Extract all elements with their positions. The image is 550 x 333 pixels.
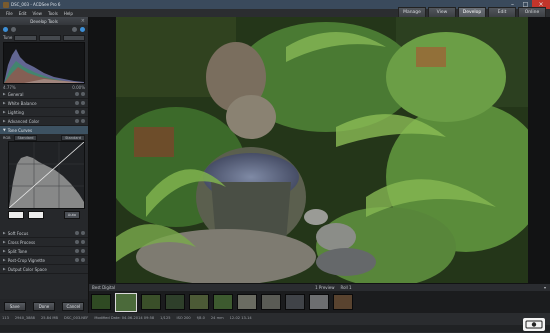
menu-tools[interactable]: Tools: [48, 11, 58, 16]
expand-icon: ▶: [3, 249, 6, 253]
status-iso: ISO 200: [176, 316, 191, 320]
filmstrip-header: Best Digital 1 Preview Roll 1 ▾: [89, 284, 550, 291]
status-bar: 113 2940_3888 25.84 MB DSC_003.NEF Modif…: [0, 313, 550, 333]
filmstrip-roll-label: Roll 1: [340, 285, 352, 290]
menu-view[interactable]: View: [32, 11, 42, 16]
tone-curve-options: RGB Standard Standard: [0, 134, 88, 141]
curve-input-fields: Auto: [0, 209, 88, 229]
expand-icon: ▶: [3, 240, 6, 244]
status-info: 113 2940_3888 25.84 MB DSC_003.NEF Modif…: [0, 316, 550, 323]
tone-tab-tune[interactable]: [14, 34, 37, 41]
panel-title: Develop Tools: [30, 18, 58, 24]
status-focal: 24 mm: [210, 316, 224, 320]
status-modified: Modified Date: 04-06-2014 09:58: [94, 316, 155, 320]
tone-tabs: Tune: [0, 34, 88, 41]
status-time: 12-02 13-14: [229, 316, 252, 320]
status-dimensions: 2940_3888: [14, 316, 35, 320]
window-title: DSC_003 - ACDSee Pro 6: [11, 2, 61, 7]
photo: [116, 17, 528, 283]
expand-icon: ▶: [3, 258, 6, 262]
thumbnail-selected[interactable]: [115, 292, 137, 312]
thumbnail[interactable]: [237, 294, 257, 310]
clipping-right-value: 0.00%: [72, 84, 85, 90]
develop-panel: Develop Tools × Tune 4.77% 0.00% ▶ Genera…: [0, 17, 89, 313]
tool-icon[interactable]: [11, 27, 16, 32]
thumbnail[interactable]: [189, 294, 209, 310]
filmstrip-preview-label: 1 Preview: [315, 285, 335, 290]
section-output-color-space[interactable]: ▶ Output Color Space: [0, 265, 88, 274]
channel-label: RGB: [3, 135, 11, 140]
section-white-balance[interactable]: ▶ White Balance: [0, 99, 88, 108]
section-advanced-color[interactable]: ▶ Advanced Color: [0, 117, 88, 126]
collapse-icon: ▼: [3, 128, 6, 132]
logo-mark: [525, 320, 543, 329]
auto-button[interactable]: Auto: [64, 211, 80, 219]
curve-mode-dropdown[interactable]: Standard: [61, 134, 85, 141]
section-tone-curves[interactable]: ▼ Tone Curves: [0, 126, 88, 134]
output-value-field[interactable]: [28, 211, 44, 219]
thumbnail[interactable]: [333, 294, 353, 310]
panel-close-icon[interactable]: ×: [81, 17, 85, 25]
tone-label: Tune: [3, 35, 13, 40]
status-bar-lower: [0, 325, 550, 332]
image-viewer[interactable]: [89, 17, 550, 284]
panel-footer: Save Done Cancel: [0, 299, 88, 313]
section-cross-process[interactable]: ▶ Cross Process: [0, 238, 88, 247]
status-filename: DSC_003.NEF: [63, 316, 89, 320]
expand-icon: ▶: [3, 92, 6, 96]
brand-logo: [523, 318, 545, 331]
section-lighting[interactable]: ▶ Lighting: [0, 108, 88, 117]
tone-curve-svg: [8, 141, 85, 209]
histogram-graph: [4, 49, 84, 83]
histogram: [3, 42, 85, 84]
thumbnail[interactable]: [261, 294, 281, 310]
thumbnail[interactable]: [285, 294, 305, 310]
expand-icon: ▶: [3, 101, 6, 105]
cancel-button[interactable]: Cancel: [62, 301, 85, 311]
channel-dropdown[interactable]: Standard: [13, 134, 38, 141]
refresh-icon[interactable]: [80, 27, 85, 32]
expand-icon: ▶: [3, 110, 6, 114]
filmstrip: [89, 291, 550, 313]
gear-icon[interactable]: [3, 27, 8, 32]
done-button[interactable]: Done: [32, 301, 55, 311]
save-button[interactable]: Save: [3, 301, 26, 311]
status-index: 113: [2, 316, 9, 320]
section-soft-focus[interactable]: ▶ Soft Focus: [0, 229, 88, 238]
clipping-left-value: 4.77%: [3, 84, 16, 90]
panel-header: Develop Tools ×: [0, 17, 88, 25]
tone-tab-geometry[interactable]: [62, 34, 85, 41]
menu-help[interactable]: Help: [64, 11, 73, 16]
status-aperture: f/8.0: [196, 316, 205, 320]
filmstrip-source: Best Digital: [92, 285, 116, 290]
input-value-field[interactable]: [8, 211, 24, 219]
expand-icon: ▶: [3, 231, 6, 235]
thumbnail[interactable]: [165, 294, 185, 310]
app-icon: [3, 1, 9, 8]
tool-row: [0, 25, 88, 34]
thumbnail[interactable]: [141, 294, 161, 310]
thumbnail[interactable]: [91, 294, 111, 310]
expand-icon: ▶: [3, 267, 6, 271]
menu-edit[interactable]: Edit: [19, 11, 27, 16]
filmstrip-collapse-icon[interactable]: ▾: [544, 285, 546, 290]
section-post-crop-vignette[interactable]: ▶ Post-Crop Vignette: [0, 256, 88, 265]
status-shutter: 1/125: [160, 316, 171, 320]
section-split-tone[interactable]: ▶ Split Tone: [0, 247, 88, 256]
thumbnail[interactable]: [309, 294, 329, 310]
tone-tab-detail[interactable]: [38, 34, 61, 41]
thumbnail[interactable]: [213, 294, 233, 310]
expand-icon: ▶: [3, 119, 6, 123]
status-filesize: 25.84 MB: [40, 316, 58, 320]
menu-file[interactable]: File: [6, 11, 13, 16]
tone-curve-graph[interactable]: [8, 141, 85, 209]
section-general[interactable]: ▶ General: [0, 90, 88, 99]
settings-icon[interactable]: [72, 27, 77, 32]
